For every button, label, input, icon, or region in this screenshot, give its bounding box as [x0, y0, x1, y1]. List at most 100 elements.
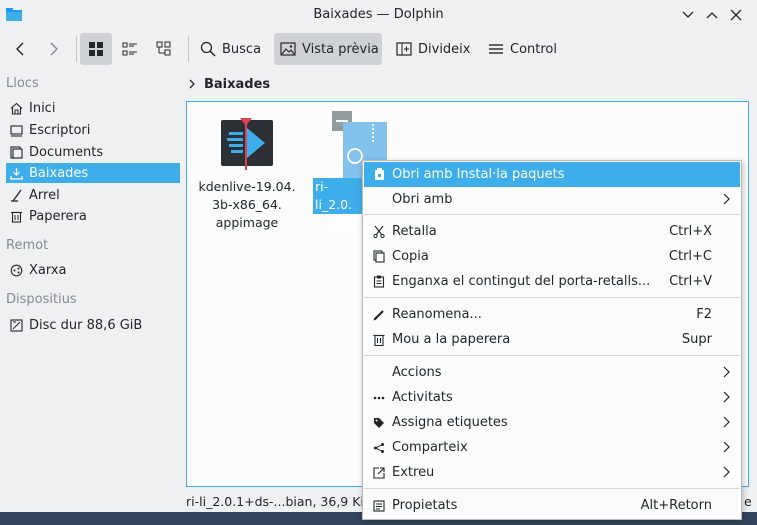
file-name: kdenlive-19.04. 3b-x86_64. appimage: [187, 178, 307, 232]
title-bar[interactable]: Baixades — Dolphin: [0, 0, 757, 30]
menu-item-label: Accions: [392, 365, 442, 380]
status-text-tail: e: [744, 494, 752, 509]
sidebar-item-label: Escriptori: [29, 122, 91, 138]
menu-item-actions[interactable]: Accions: [364, 360, 740, 385]
rename-icon: [372, 308, 386, 322]
sidebar-item-network[interactable]: Xarxa: [6, 260, 180, 280]
sidebar-item-harddisk[interactable]: Disc dur 88,6 GiB: [6, 315, 180, 335]
menu-item-shortcut: Supr: [681, 332, 712, 347]
menu-item-label: Reanomena...: [392, 307, 482, 322]
menu-item-label: Assigna etiquetes: [392, 415, 508, 430]
toolbar: Busca Vista prèvia Divideix Control: [0, 30, 757, 68]
documents-icon: [9, 145, 23, 159]
menu-item-rename[interactable]: Reanomena... F2: [364, 302, 740, 327]
sidebar-item-desktop[interactable]: Escriptori: [6, 120, 180, 140]
menu-item-copy[interactable]: Copia Ctrl+C: [364, 244, 740, 269]
harddisk-icon: [9, 318, 23, 332]
menu-item-label: Retalla: [392, 224, 437, 239]
menu-separator: [364, 214, 740, 215]
control-button-label: Control: [510, 41, 557, 57]
menu-item-shortcut: Ctrl+V: [669, 274, 712, 289]
sidebar-item-home[interactable]: Inici: [6, 98, 180, 118]
breadcrumb-current[interactable]: Baixades: [204, 77, 270, 92]
kdenlive-icon: [219, 116, 275, 172]
breadcrumb[interactable]: Baixades: [188, 74, 270, 94]
menu-item-move-to-trash[interactable]: Mou a la paperera Supr: [364, 327, 740, 352]
root-icon: [9, 188, 23, 202]
split-button-label: Divideix: [418, 41, 471, 57]
menu-item-label: Mou a la paperera: [392, 332, 511, 347]
tag-icon: [372, 416, 386, 430]
menu-separator: [364, 355, 740, 356]
paste-icon: [372, 275, 386, 289]
menu-item-label: Enganxa el contingut del porta-retalls..…: [392, 274, 651, 289]
back-button[interactable]: [6, 33, 34, 65]
sidebar-item-label: Inici: [29, 100, 56, 116]
menu-item-label: Obri amb: [392, 192, 453, 207]
maximize-button[interactable]: [703, 6, 721, 24]
file-name-line: kdenlive-19.04.: [198, 179, 296, 194]
toolbar-separator: [76, 36, 77, 62]
details-view-icon: [156, 41, 171, 56]
sidebar-item-root[interactable]: Arrel: [6, 185, 180, 205]
dolphin-window: Baixades — Dolphin Busca Vista prèvia Di…: [0, 0, 757, 525]
menu-item-share[interactable]: Comparteix: [364, 435, 740, 460]
sidebar-item-trash[interactable]: Paperera: [6, 206, 180, 226]
downloads-icon: [9, 166, 23, 180]
icons-view-icon: [89, 42, 103, 56]
toolbar-separator: [188, 36, 189, 62]
activities-icon: [372, 391, 386, 405]
file-name-line: appimage: [215, 215, 279, 230]
split-button[interactable]: Divideix: [390, 33, 472, 65]
preview-button[interactable]: Vista prèvia: [274, 33, 382, 65]
chevron-right-icon: [189, 79, 195, 89]
cut-icon: [372, 225, 386, 239]
image-preview-icon: [280, 42, 296, 56]
minimize-button[interactable]: [679, 6, 697, 24]
trash-icon: [372, 333, 386, 347]
menu-item-open-with-package-installer[interactable]: Obri amb Instal·la paquets: [364, 162, 740, 187]
sidebar-item-downloads[interactable]: Baixades: [6, 163, 180, 183]
menu-item-activities[interactable]: Activitats: [364, 385, 740, 410]
submenu-arrow-icon: [723, 391, 730, 403]
sidebar-item-label: Paperera: [29, 208, 87, 224]
menu-item-label: Copia: [392, 249, 429, 264]
menu-item-label: Propietats: [392, 498, 458, 513]
submenu-arrow-icon: [723, 366, 730, 378]
context-menu: Obri amb Instal·la paquets Obri amb Reta…: [362, 160, 742, 520]
status-text: ri-li_2.0.1+ds-...bian, 36,9 KiB): [186, 494, 378, 509]
chevron-right-icon: [50, 42, 58, 56]
forward-button[interactable]: [40, 33, 68, 65]
preview-button-label: Vista prèvia: [302, 41, 379, 57]
menu-item-shortcut: Ctrl+C: [668, 249, 712, 264]
copy-icon: [372, 250, 386, 264]
file-name-line: ri-li_2.0.: [315, 179, 353, 212]
desktop-icon: [9, 123, 23, 137]
close-button[interactable]: [727, 6, 745, 24]
control-menu-button[interactable]: Control: [482, 33, 562, 65]
details-view-button[interactable]: [148, 33, 180, 65]
trash-icon: [9, 209, 23, 223]
submenu-arrow-icon: [723, 193, 730, 205]
sidebar-item-label: Documents: [29, 144, 104, 160]
menu-item-open-with[interactable]: Obri amb: [364, 187, 740, 212]
compact-view-button[interactable]: [114, 33, 146, 65]
menu-separator: [364, 297, 740, 298]
sidebar-item-documents[interactable]: Documents: [6, 142, 180, 162]
menu-item-shortcut: F2: [696, 307, 712, 322]
menu-item-shortcut: Ctrl+X: [669, 224, 712, 239]
menu-item-extract[interactable]: Extreu: [364, 460, 740, 485]
menu-item-paste[interactable]: Enganxa el contingut del porta-retalls..…: [364, 269, 740, 294]
file-name: ri-li_2.0. amd6: [313, 178, 363, 232]
menu-item-assign-tags[interactable]: Assigna etiquetes: [364, 410, 740, 435]
icons-view-button[interactable]: [80, 33, 112, 65]
sidebar-item-label: Disc dur 88,6 GiB: [29, 317, 143, 333]
menu-item-cut[interactable]: Retalla Ctrl+X: [364, 219, 740, 244]
share-icon: [372, 441, 386, 455]
menu-item-properties[interactable]: Propietats Alt+Retorn: [364, 493, 740, 518]
package-icon: [372, 168, 386, 182]
menu-item-shortcut: Alt+Retorn: [640, 498, 712, 513]
search-button[interactable]: Busca: [194, 33, 266, 65]
search-button-label: Busca: [222, 41, 262, 57]
sidebar-item-label: Xarxa: [29, 262, 67, 278]
